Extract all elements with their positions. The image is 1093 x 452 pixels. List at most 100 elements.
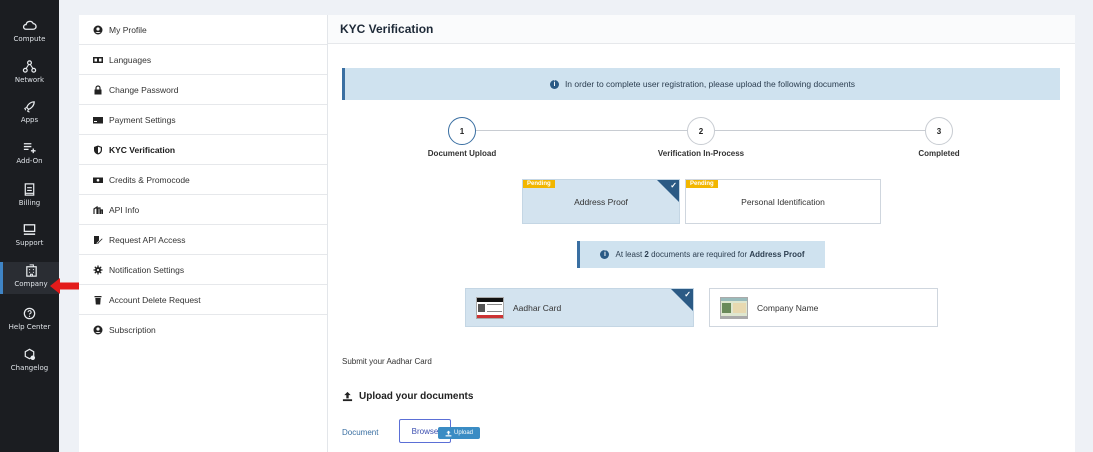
menu-item-credits-promocode[interactable]: Credits & Promocode: [79, 165, 327, 195]
rail-label: Changelog: [10, 364, 49, 372]
menu-item-label: Languages: [109, 54, 152, 65]
info-icon: i: [549, 79, 559, 89]
card-label: Aadhar Card: [513, 302, 562, 313]
pending-badge: Pending: [523, 180, 555, 188]
requirement-note: i At least 2 documents are required for …: [577, 241, 825, 268]
card-icon: [93, 115, 103, 125]
menu-item-label: My Profile: [109, 24, 147, 35]
rail-label: Apps: [20, 116, 39, 124]
step-1-circle: 1: [448, 117, 476, 145]
upload-button-label: Upload: [453, 430, 473, 436]
menu-item-subscription[interactable]: Subscription: [79, 315, 327, 345]
step-connector: [476, 130, 700, 131]
upload-icon: [342, 391, 353, 402]
receipt-icon: [24, 183, 35, 196]
page-title: KYC Verification: [328, 15, 1075, 44]
menu-item-label: Notification Settings: [109, 264, 185, 275]
menu-item-label: Credits & Promocode: [109, 174, 190, 185]
submit-instruction: Submit your Aadhar Card: [342, 357, 432, 366]
menu-item-label: Payment Settings: [109, 114, 176, 125]
step-3-circle: 3: [925, 117, 953, 145]
api-icon: [93, 205, 103, 215]
rail-item-network[interactable]: Network: [0, 59, 59, 99]
upload-button[interactable]: Upload: [438, 427, 480, 439]
menu-item-payment-settings[interactable]: Payment Settings: [79, 105, 327, 135]
menu-item-languages[interactable]: Languages: [79, 45, 327, 75]
cloud-icon: [22, 20, 37, 30]
money-icon: [93, 175, 103, 185]
annotation-arrow-icon: [50, 278, 80, 294]
tab-label: Address Proof: [574, 196, 628, 207]
info-icon: i: [600, 250, 610, 259]
rail-item-support[interactable]: Support: [0, 222, 59, 262]
info-banner: i In order to complete user registration…: [342, 68, 1060, 100]
menu-item-label: Change Password: [109, 84, 179, 95]
rail-item-add-on[interactable]: Add-On: [0, 140, 59, 180]
note-target: Address Proof: [749, 250, 805, 259]
rail-label: Network: [14, 76, 45, 84]
step-1-label: Document Upload: [427, 149, 497, 158]
tab-label: Personal Identification: [741, 196, 825, 207]
company-doc-thumbnail-icon: [720, 296, 748, 319]
user-circle-icon: [93, 325, 103, 335]
note-prefix: At least: [615, 250, 643, 259]
menu-item-label: Subscription: [109, 325, 156, 335]
network-icon: [22, 60, 37, 73]
menu-item-label: KYC Verification: [109, 144, 176, 155]
menu-item-kyc-verification[interactable]: KYC Verification: [79, 135, 327, 165]
menu-item-label: Request API Access: [109, 234, 186, 245]
rail-item-compute[interactable]: Compute: [0, 18, 59, 58]
progress-stepper: 1 2 3 Document Upload Verification In-Pr…: [328, 115, 1075, 165]
shield-icon: [93, 145, 103, 155]
upload-title-text: Upload your documents: [359, 391, 474, 402]
menu-item-account-delete-request[interactable]: Account Delete Request: [79, 285, 327, 315]
pending-badge: Pending: [686, 180, 718, 188]
step-2-label: Verification In-Process: [657, 149, 745, 158]
question-icon: [23, 307, 36, 320]
rail-label: Billing: [18, 199, 41, 207]
menu-item-my-profile[interactable]: My Profile: [79, 15, 327, 45]
tab-address-proof[interactable]: Pending Address Proof ✓: [522, 179, 680, 224]
upload-section-title: Upload your documents: [342, 391, 473, 402]
rail-item-changelog[interactable]: Changelog: [0, 347, 59, 387]
chat-icon: [23, 224, 36, 235]
info-banner-text: In order to complete user registration, …: [564, 79, 856, 89]
card-label: Company Name: [757, 302, 819, 313]
note-middle: documents are required for: [651, 250, 748, 259]
menu-item-change-password[interactable]: Change Password: [79, 75, 327, 105]
tab-personal-identification[interactable]: Pending Personal Identification: [685, 179, 881, 224]
gear-badge-icon: [24, 348, 36, 361]
card-aadhar[interactable]: Aadhar Card ✓: [465, 288, 694, 327]
language-icon: [93, 55, 103, 65]
rocket-icon: [24, 101, 35, 113]
settings-menu: My Profile Languages Change Password Pay…: [79, 15, 328, 452]
menu-item-request-api-access[interactable]: Request API Access: [79, 225, 327, 255]
menu-item-api-info[interactable]: API Info: [79, 195, 327, 225]
step-connector: [714, 130, 940, 131]
rail-label: Support: [15, 239, 44, 247]
building-icon: [25, 264, 37, 277]
kyc-panel: KYC Verification i In order to complete …: [328, 15, 1075, 452]
menu-item-label: Account Delete Request: [109, 294, 201, 305]
rail-label: Add-On: [16, 157, 43, 165]
list-plus-icon: [23, 143, 36, 154]
rail-item-billing[interactable]: Billing: [0, 182, 59, 222]
upload-icon: [445, 430, 452, 436]
menu-item-notification-settings[interactable]: Notification Settings: [79, 255, 327, 285]
lock-icon: [93, 84, 103, 95]
step-2-circle: 2: [687, 117, 715, 145]
checkmark-icon: ✓: [684, 290, 691, 299]
rail-item-help-center[interactable]: Help Center: [0, 306, 59, 346]
edit-doc-icon: [93, 235, 103, 245]
aadhar-thumbnail-icon: [476, 296, 504, 319]
rail-label: Company: [14, 280, 48, 288]
rail-label: Compute: [13, 35, 46, 43]
left-rail: Compute Network Apps Add-On Billing Supp…: [0, 0, 59, 452]
checkmark-icon: ✓: [670, 181, 677, 190]
card-company-name[interactable]: Company Name: [709, 288, 938, 327]
menu-item-label: API Info: [109, 204, 140, 215]
rail-label: Help Center: [8, 323, 51, 331]
step-3-label: Completed: [918, 149, 960, 158]
trash-icon: [93, 295, 103, 305]
rail-item-apps[interactable]: Apps: [0, 99, 59, 139]
